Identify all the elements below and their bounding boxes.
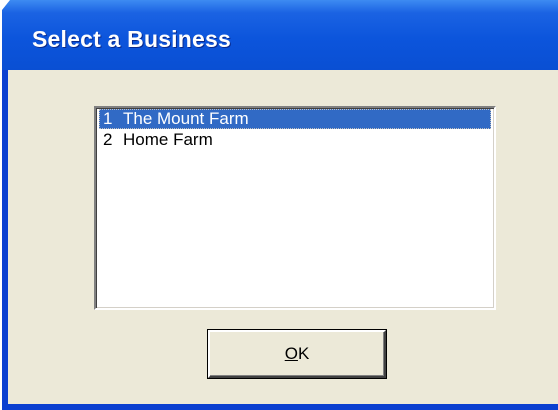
title-bar[interactable]: Select a Business	[2, 0, 558, 70]
business-listbox[interactable]: 1 The Mount Farm 2 Home Farm	[94, 106, 496, 310]
list-item-number: 2	[103, 130, 113, 149]
ok-button[interactable]: OK	[208, 330, 386, 378]
ok-label-rest: K	[297, 344, 310, 363]
list-item-name: Home Farm	[123, 130, 213, 149]
list-item-the-mount-farm[interactable]: 1 The Mount Farm	[99, 109, 491, 129]
ok-button-label: OK	[285, 344, 310, 364]
list-item-name: The Mount Farm	[123, 109, 249, 128]
dialog-client-area: 1 The Mount Farm 2 Home Farm OK	[8, 70, 558, 404]
window-bottom-border	[2, 404, 558, 410]
list-item-number: 1	[103, 109, 113, 128]
dialog-window: Select a Business 1 The Mount Farm 2 Home …	[2, 0, 558, 410]
window-corner-icon	[2, 0, 10, 10]
dialog-title: Select a Business	[32, 26, 232, 52]
ok-mnemonic: O	[284, 344, 298, 363]
list-item-home-farm[interactable]: 2 Home Farm	[99, 130, 491, 150]
